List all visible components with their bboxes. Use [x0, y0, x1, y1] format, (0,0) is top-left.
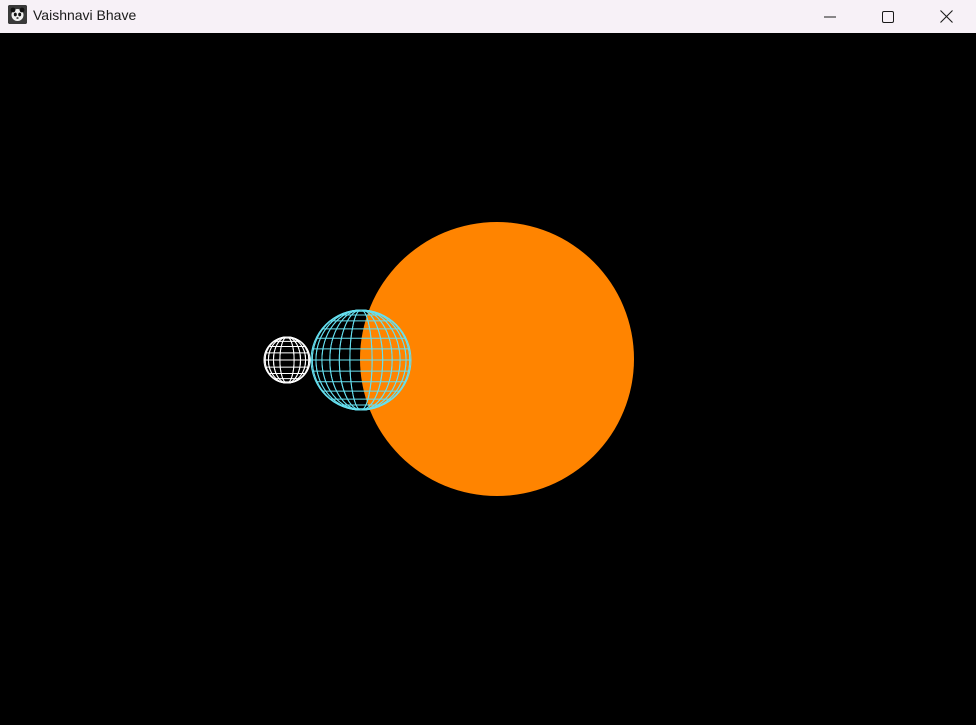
window-title: Vaishnavi Bhave	[33, 7, 137, 23]
title-bar[interactable]: Vaishnavi Bhave	[0, 0, 976, 33]
minimize-button[interactable]	[801, 0, 859, 33]
sun-sphere	[360, 222, 634, 496]
maximize-button[interactable]	[859, 0, 917, 33]
close-button[interactable]	[917, 0, 975, 33]
minimize-icon	[824, 11, 836, 23]
solar-system-scene	[0, 33, 976, 725]
panda-icon	[8, 5, 27, 24]
maximize-icon	[882, 10, 894, 23]
close-icon	[939, 10, 953, 23]
application-window: Vaishnavi Bhave	[0, 0, 976, 725]
render-canvas[interactable]	[0, 33, 976, 725]
